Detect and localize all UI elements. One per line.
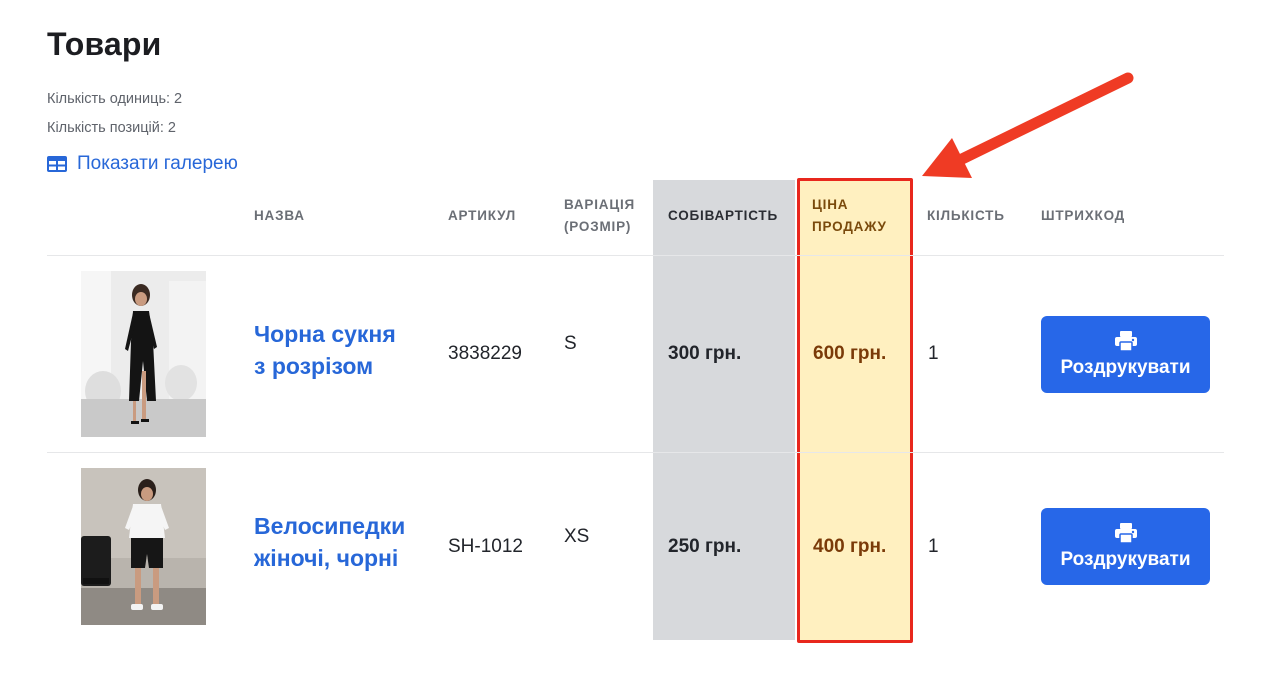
product-sku: SH-1012 (448, 536, 523, 557)
product-cost: 250 грн. (668, 536, 742, 557)
print-barcode-button[interactable]: Роздрукувати (1041, 508, 1210, 585)
print-button-label: Роздрукувати (1060, 356, 1191, 378)
product-sku: 3838229 (448, 343, 522, 364)
product-variation: S (564, 333, 577, 354)
product-name-link[interactable]: Велосипедки жіночі, чорні (254, 510, 434, 574)
header-cost[interactable]: СОБІВАРТІСТЬ (668, 205, 778, 227)
header-sale-price-line1: ЦІНА (812, 197, 849, 212)
product-name-line2: з розрізом (254, 353, 374, 379)
show-gallery-link[interactable]: Показати галерею (47, 153, 238, 175)
product-quantity: 1 (928, 343, 939, 364)
product-sale-price: 400 грн. (813, 536, 887, 557)
header-divider (47, 255, 1224, 256)
product-name-line1: Чорна сукня (254, 321, 396, 347)
header-sale-price-line2: ПРОДАЖУ (812, 219, 887, 234)
header-quantity[interactable]: КІЛЬКІСТЬ (927, 205, 1005, 227)
sale-price-column-highlight (797, 178, 913, 643)
header-name[interactable]: НАЗВА (254, 205, 305, 227)
print-button-label: Роздрукувати (1060, 548, 1191, 570)
product-image-shorts[interactable] (81, 468, 206, 625)
printer-icon (1114, 522, 1137, 543)
product-name-line1: Велосипедки (254, 513, 406, 539)
product-quantity: 1 (928, 536, 939, 557)
header-variation-line1: ВАРІАЦІЯ (564, 197, 636, 212)
header-sku[interactable]: АРТИКУЛ (448, 205, 516, 227)
header-sale-price[interactable]: ЦІНА ПРОДАЖУ (812, 194, 908, 238)
product-name-link[interactable]: Чорна сукня з розрізом (254, 318, 434, 382)
positions-count: Кількість позицій: 2 (47, 120, 176, 136)
product-sale-price: 600 грн. (813, 343, 887, 364)
header-variation[interactable]: ВАРІАЦІЯ (РОЗМІР) (564, 194, 654, 238)
product-cost: 300 грн. (668, 343, 742, 364)
header-variation-line2: (РОЗМІР) (564, 219, 632, 234)
product-name-line2: жіночі, чорні (254, 545, 399, 571)
row-divider (47, 452, 1224, 453)
page-title: Товари (47, 26, 162, 62)
units-count: Кількість одиниць: 2 (47, 91, 183, 107)
table-grid-icon (47, 156, 67, 172)
header-barcode: ШТРИХКОД (1041, 208, 1126, 223)
print-barcode-button[interactable]: Роздрукувати (1041, 316, 1210, 393)
cost-column-highlight (653, 180, 795, 640)
printer-icon (1114, 330, 1137, 351)
product-variation: XS (564, 526, 590, 547)
show-gallery-label: Показати галерею (77, 153, 238, 174)
product-image-dress[interactable] (81, 271, 206, 437)
